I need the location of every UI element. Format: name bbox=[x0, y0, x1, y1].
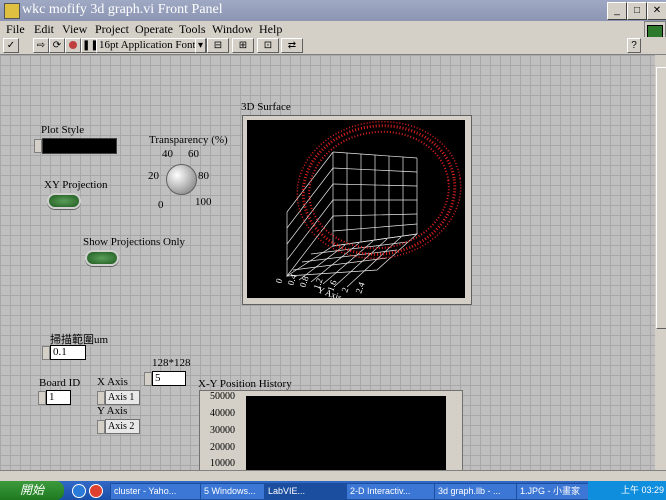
resize-objects-icon[interactable]: ⊡ bbox=[257, 38, 279, 53]
task-labview[interactable]: LabVIE... bbox=[264, 483, 347, 500]
x-axis-select[interactable]: Axis 1 bbox=[105, 390, 140, 405]
scan-range-input[interactable]: 0.1 bbox=[50, 345, 86, 360]
menu-project[interactable]: Project bbox=[95, 22, 129, 37]
history-plot-area[interactable] bbox=[246, 396, 446, 472]
close-button[interactable]: ✕ bbox=[647, 2, 666, 20]
resolution-spinner[interactable] bbox=[144, 372, 152, 386]
task-windows[interactable]: 5 Windows... bbox=[200, 483, 265, 500]
knob-tick-20: 20 bbox=[148, 170, 159, 182]
y-axis-select[interactable]: Axis 2 bbox=[105, 419, 140, 434]
menu-bar: File Edit View Project Operate Tools Win… bbox=[0, 21, 666, 57]
board-id-spinner[interactable] bbox=[38, 391, 46, 405]
xy-projection-label: XY Projection bbox=[44, 179, 108, 191]
knob-tick-100: 100 bbox=[195, 196, 212, 208]
show-projections-label: Show Projections Only bbox=[83, 236, 186, 248]
history-label: X-Y Position History bbox=[198, 378, 292, 390]
board-id-input[interactable]: 1 bbox=[46, 390, 71, 405]
transparency-knob[interactable] bbox=[166, 164, 197, 195]
transparency-label: Transparency (%) bbox=[149, 134, 228, 146]
run-continuously-icon[interactable]: ⟳ bbox=[49, 38, 65, 53]
reorder-icon[interactable]: ⇄ bbox=[281, 38, 303, 53]
taskbar: 開始 cluster - Yaho... 5 Windows... LabVIE… bbox=[0, 481, 666, 500]
align-objects-icon[interactable]: ⊟ bbox=[207, 38, 229, 53]
labview-app-icon bbox=[4, 3, 20, 19]
graph-3d-label: 3D Surface bbox=[241, 101, 291, 113]
menu-operate[interactable]: Operate bbox=[135, 22, 173, 37]
start-button[interactable]: 開始 bbox=[0, 481, 64, 500]
knob-tick-60: 60 bbox=[188, 148, 199, 160]
y-axis-label-control: Y Axis bbox=[97, 405, 128, 417]
menu-view[interactable]: View bbox=[62, 22, 87, 37]
knob-tick-80: 80 bbox=[198, 170, 209, 182]
menu-help[interactable]: Help bbox=[259, 22, 282, 37]
chevron-down-icon[interactable]: ▾ bbox=[195, 38, 206, 53]
knob-tick-40: 40 bbox=[162, 148, 173, 160]
clock: 上午 03:29 bbox=[621, 485, 665, 495]
knob-tick-0: 0 bbox=[158, 199, 164, 211]
font-select[interactable]: 16pt Application Font bbox=[96, 38, 207, 53]
task-2d-interactive[interactable]: 2-D Interactiv... bbox=[346, 483, 435, 500]
system-tray: 上午 03:29 bbox=[588, 481, 666, 500]
chrome-icon[interactable] bbox=[89, 484, 103, 498]
xy-projection-toggle[interactable] bbox=[47, 193, 81, 209]
help-icon[interactable]: ? bbox=[627, 38, 641, 53]
history-ytick-20000: 20000 bbox=[210, 442, 235, 453]
run-arrow-icon[interactable]: ⇨ bbox=[33, 38, 49, 53]
task-cluster[interactable]: cluster - Yaho... bbox=[110, 483, 201, 500]
task-paint[interactable]: 1.JPG - 小畫家 bbox=[516, 483, 591, 500]
scrollbar-thumb[interactable] bbox=[656, 67, 666, 329]
minimize-button[interactable]: _ bbox=[607, 2, 627, 20]
maximize-button[interactable]: □ bbox=[627, 2, 647, 20]
window-title: wkc mofify 3d graph.vi Front Panel bbox=[22, 2, 223, 17]
x-axis-label: X Axis bbox=[97, 376, 128, 388]
task-3dgraph-llb[interactable]: 3d graph.llb - ... bbox=[434, 483, 517, 500]
history-ytick-50000: 50000 bbox=[210, 391, 235, 402]
graph-3d-surface[interactable]: 0 0.4 0.8 1.2 1.6 2 2.4 Y Axis bbox=[247, 120, 465, 298]
resolution-label: 128*128 bbox=[152, 357, 191, 369]
plot-style-spinner[interactable] bbox=[34, 139, 42, 153]
resolution-input[interactable]: 5 bbox=[152, 371, 186, 386]
x-axis-spinner[interactable] bbox=[97, 391, 105, 405]
y-axis-spinner[interactable] bbox=[97, 420, 105, 434]
abort-icon[interactable] bbox=[65, 38, 81, 53]
history-ytick-30000: 30000 bbox=[210, 425, 235, 436]
checkmark-icon[interactable]: ✓ bbox=[3, 38, 19, 53]
plot-style-selector[interactable] bbox=[42, 138, 117, 154]
ie-icon[interactable] bbox=[72, 484, 86, 498]
plot-style-label: Plot Style bbox=[41, 124, 85, 136]
board-id-label: Board ID bbox=[39, 377, 81, 389]
pause-icon[interactable]: ❚❚ bbox=[81, 38, 99, 53]
menu-window[interactable]: Window bbox=[212, 22, 253, 37]
scan-range-spinner[interactable] bbox=[42, 346, 50, 360]
history-ytick-40000: 40000 bbox=[210, 408, 235, 419]
menu-file[interactable]: File bbox=[6, 22, 25, 37]
show-projections-toggle[interactable] bbox=[85, 250, 119, 266]
history-ytick-10000: 10000 bbox=[210, 458, 235, 469]
menu-edit[interactable]: Edit bbox=[34, 22, 54, 37]
menu-tools[interactable]: Tools bbox=[179, 22, 206, 37]
toolbar: ✓ ⇨ ⟳ ❚❚ 16pt Application Font ▾ ⊟ ⊞ ⊡ ⇄… bbox=[0, 37, 666, 55]
title-bar: wkc mofify 3d graph.vi Front Panel _ □ ✕ bbox=[0, 0, 666, 21]
distribute-objects-icon[interactable]: ⊞ bbox=[232, 38, 254, 53]
